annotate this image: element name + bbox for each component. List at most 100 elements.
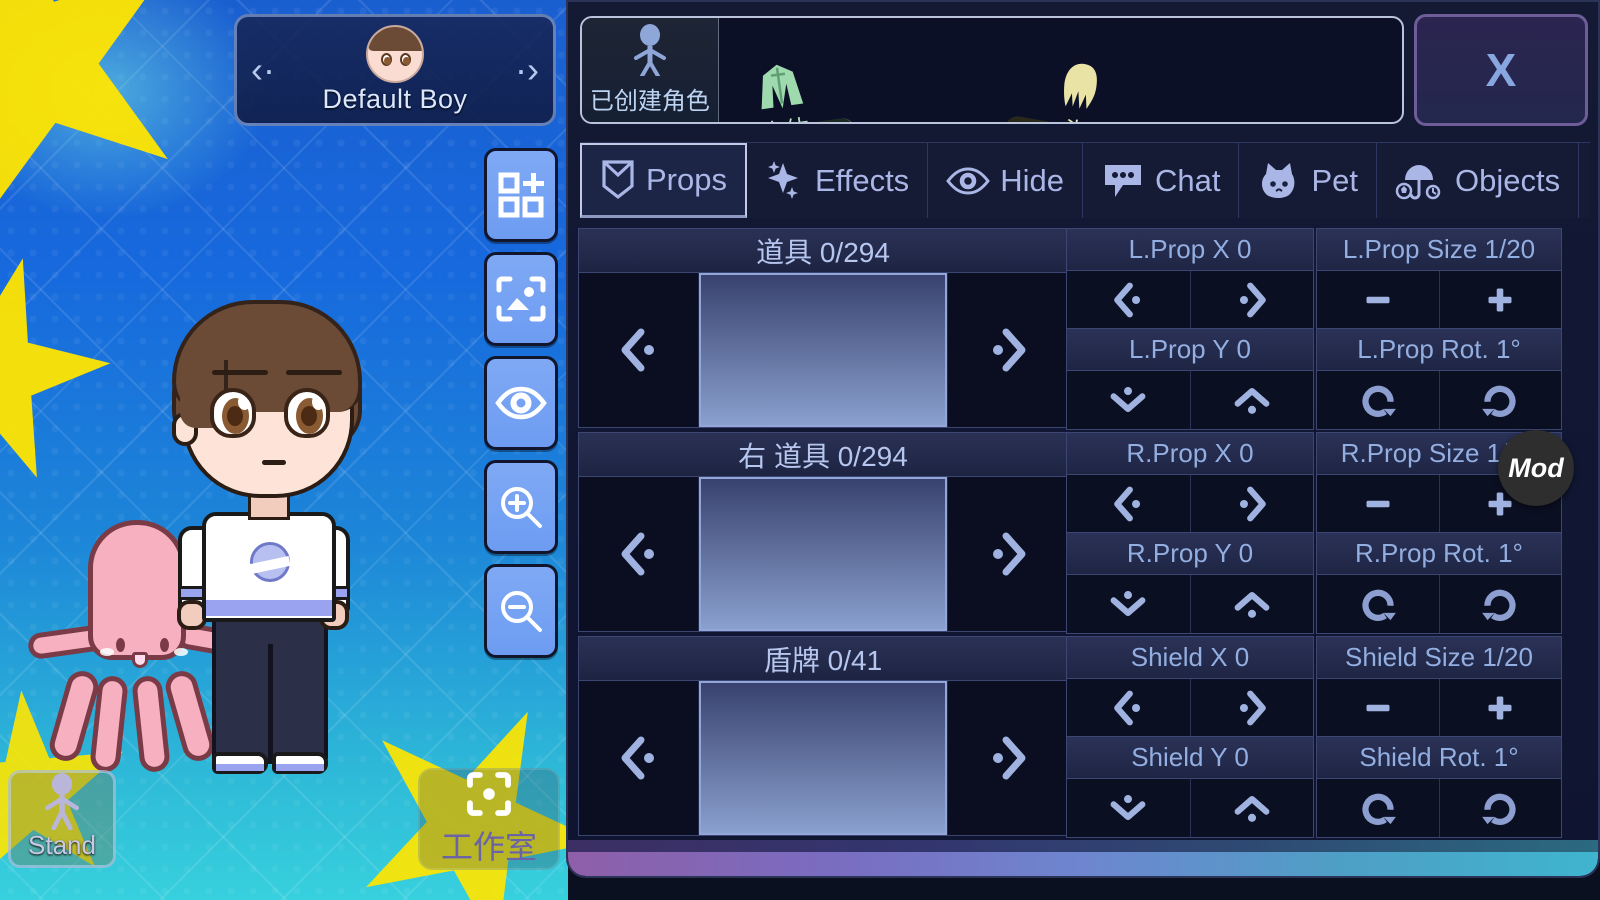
tab-body[interactable]: 身体	[717, 64, 857, 122]
rotate-cw-icon	[1482, 385, 1516, 417]
control-lprop-x: L.Prop X 0	[1066, 228, 1314, 330]
add-items-button[interactable]	[484, 148, 558, 242]
lprop-y-increase-button[interactable]	[1191, 371, 1314, 429]
subtab-label: Chat	[1154, 162, 1221, 198]
lprop-y-decrease-button[interactable]	[1067, 371, 1191, 429]
lprop-size-increase-button[interactable]	[1440, 271, 1562, 329]
rotate-cw-icon	[1482, 793, 1516, 825]
subtab-label: Objects	[1454, 162, 1561, 198]
control-shield-y: Shield Y 0	[1066, 736, 1314, 838]
rprop-x-increase-button[interactable]	[1191, 475, 1314, 533]
control-label: L.Prop Rot. 1°	[1317, 329, 1561, 371]
character-stage	[0, 0, 568, 900]
control-label: Shield Size 1/20	[1317, 637, 1561, 679]
control-label: L.Prop X 0	[1067, 229, 1313, 271]
chevron-right-icon	[1239, 282, 1266, 318]
subtab-chat[interactable]: Chat	[1083, 143, 1240, 218]
chevron-right-icon	[1239, 486, 1266, 522]
prev-character-button[interactable]: ‹·	[251, 52, 275, 88]
rprop-x-decrease-button[interactable]	[1067, 475, 1191, 533]
minus-icon	[1366, 704, 1390, 712]
shield-size-decrease-button[interactable]	[1317, 679, 1440, 737]
character-avatar[interactable]	[150, 300, 380, 780]
lprop-rotate-cw-button[interactable]	[1440, 371, 1562, 429]
zoom-out-button[interactable]	[484, 564, 558, 658]
character-name-label: Default Boy	[322, 84, 468, 114]
tab-head[interactable]: 头	[1002, 63, 1142, 122]
mod-badge[interactable]: Mod	[1498, 430, 1574, 506]
control-label: R.Prop X 0	[1067, 433, 1313, 475]
lprop-x-decrease-button[interactable]	[1067, 271, 1191, 329]
prop-prev-button[interactable]	[579, 681, 699, 835]
prop-prev-button[interactable]	[579, 273, 699, 427]
chevron-right-icon	[1239, 690, 1266, 726]
control-label: Shield X 0	[1067, 637, 1313, 679]
cat-face-icon	[1262, 162, 1295, 198]
rprop-rotate-cw-button[interactable]	[1440, 575, 1562, 633]
lprop-size-decrease-button[interactable]	[1317, 271, 1440, 329]
rprop-y-increase-button[interactable]	[1191, 575, 1314, 633]
chevron-down-icon	[1110, 591, 1146, 617]
prop-prev-button[interactable]	[579, 477, 699, 631]
prop-row-left: 道具 0/294	[578, 228, 1068, 428]
rprop-y-decrease-button[interactable]	[1067, 575, 1191, 633]
subtab-effects[interactable]: Effects	[747, 143, 929, 218]
shield-y-increase-button[interactable]	[1191, 779, 1314, 837]
chevron-right-icon	[992, 328, 1025, 372]
shield-size-increase-button[interactable]	[1440, 679, 1562, 737]
control-shield-rot: Shield Rot. 1°	[1316, 736, 1562, 838]
preview-button[interactable]	[484, 356, 558, 450]
studio-button[interactable]: 工作室	[418, 768, 560, 870]
lprop-rotate-ccw-button[interactable]	[1317, 371, 1440, 429]
hair-icon	[1063, 63, 1097, 109]
plus-icon	[1488, 696, 1512, 720]
control-label: Shield Rot. 1°	[1317, 737, 1561, 779]
rprop-size-decrease-button[interactable]	[1317, 475, 1440, 533]
next-character-button[interactable]: ·›	[515, 52, 539, 88]
magnifier-plus-icon	[501, 487, 542, 528]
tab-label: 已创建角色	[589, 88, 710, 115]
chat-bubble-icon	[1104, 164, 1141, 197]
shield-x-increase-button[interactable]	[1191, 679, 1314, 737]
chevron-left-icon	[621, 736, 654, 780]
image-frame-icon	[496, 276, 546, 322]
standing-person-icon	[44, 773, 80, 830]
magnifier-minus-icon	[501, 591, 542, 632]
control-shield-size: Shield Size 1/20	[1316, 636, 1562, 738]
subtab-hide[interactable]: Hide	[928, 143, 1083, 218]
left-toolbar	[484, 148, 558, 658]
shield-y-decrease-button[interactable]	[1067, 779, 1191, 837]
eye-icon	[495, 386, 547, 420]
rotate-ccw-icon	[1362, 589, 1396, 621]
close-panel-button[interactable]: X	[1414, 14, 1588, 126]
eye-icon	[946, 166, 991, 195]
avatar	[365, 25, 424, 83]
subtab-props[interactable]: Props	[580, 143, 747, 218]
control-shield-x: Shield X 0	[1066, 636, 1314, 738]
chevron-right-icon	[992, 736, 1025, 780]
zoom-in-button[interactable]	[484, 460, 558, 554]
stand-pose-button[interactable]: Stand	[8, 770, 116, 868]
shield-rotate-ccw-button[interactable]	[1317, 779, 1440, 837]
prop-thumbnail[interactable]	[699, 681, 947, 835]
chevron-left-icon	[1114, 282, 1141, 318]
tab-created-characters[interactable]: 已创建角色	[582, 18, 719, 122]
sparkles-icon	[767, 160, 798, 199]
prop-next-button[interactable]	[947, 681, 1067, 835]
subtab-label: Props	[646, 162, 727, 197]
shield-x-decrease-button[interactable]	[1067, 679, 1191, 737]
prop-next-button[interactable]	[947, 273, 1067, 427]
chevron-left-icon	[1114, 690, 1141, 726]
lprop-x-increase-button[interactable]	[1191, 271, 1314, 329]
prop-next-button[interactable]	[947, 477, 1067, 631]
shield-rotate-cw-button[interactable]	[1440, 779, 1562, 837]
prop-thumbnail[interactable]	[699, 477, 947, 631]
background-button[interactable]	[484, 252, 558, 346]
chevron-down-icon	[1110, 795, 1146, 821]
prop-thumbnail[interactable]	[699, 273, 947, 427]
subtab-pet[interactable]: Pet	[1239, 143, 1377, 218]
character-name-card[interactable]: ‹· Default Boy ·›	[234, 14, 556, 126]
rprop-rotate-ccw-button[interactable]	[1317, 575, 1440, 633]
prop-row-title: 道具 0/294	[579, 229, 1067, 273]
subtab-objects[interactable]: Objects	[1377, 143, 1580, 218]
